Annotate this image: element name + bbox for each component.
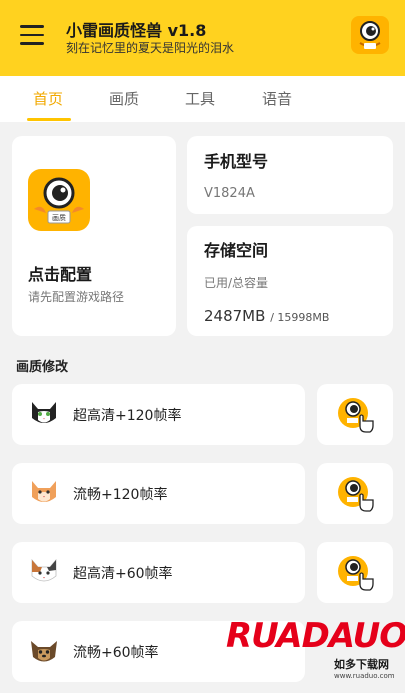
section-title: 画质修改 bbox=[16, 360, 69, 375]
hamburger-menu-icon[interactable] bbox=[20, 25, 44, 45]
config-subtitle: 请先配置游戏路径 bbox=[28, 290, 125, 304]
yorkie-dog-icon bbox=[31, 641, 57, 662]
tab-home[interactable]: 首页 bbox=[33, 88, 63, 109]
monster-tap-hand-icon bbox=[338, 556, 374, 591]
storage-card: 存储空间 已用/总容量 2487MB / 15998MB bbox=[187, 226, 393, 336]
storage-used: 2487MB bbox=[204, 307, 266, 325]
config-title: 点击配置 bbox=[28, 265, 93, 284]
orange-cat-icon bbox=[32, 481, 56, 502]
watermark-cn: 如多下载网 bbox=[334, 658, 389, 671]
option-smooth-120[interactable]: 流畅+120帧率 bbox=[12, 463, 305, 524]
option-ultra-60[interactable]: 超高清+60帧率 bbox=[12, 542, 305, 603]
tab-bar: 首页 画质 工具 语音 bbox=[0, 76, 405, 122]
active-tab-indicator bbox=[27, 118, 71, 121]
calico-cat-icon bbox=[31, 558, 57, 582]
app-title: 小雷画质怪兽 v1.8 bbox=[66, 21, 207, 40]
tab-tools[interactable]: 工具 bbox=[185, 88, 215, 109]
storage-label: 已用/总容量 bbox=[204, 276, 269, 290]
tab-voice[interactable]: 语音 bbox=[262, 88, 292, 109]
config-card[interactable]: 画质 点击配置 请先配置游戏路径 bbox=[12, 136, 176, 336]
monster-tap-hand-icon bbox=[338, 477, 374, 512]
watermark-brand: RUADAUO bbox=[226, 616, 405, 656]
watermark-url: www.ruaduo.com bbox=[334, 672, 395, 680]
apply-button-ultra-120[interactable] bbox=[317, 384, 393, 445]
monster-logo-icon[interactable] bbox=[351, 16, 389, 54]
option-label: 流畅+60帧率 bbox=[73, 645, 159, 661]
option-label: 流畅+120帧率 bbox=[73, 487, 168, 503]
monster-logo-icon: 画质 bbox=[28, 169, 90, 231]
option-label: 超高清+120帧率 bbox=[73, 408, 182, 424]
option-ultra-120[interactable]: 超高清+120帧率 bbox=[12, 384, 305, 445]
option-label: 超高清+60帧率 bbox=[73, 566, 173, 582]
storage-value: 2487MB / 15998MB bbox=[204, 307, 329, 325]
device-model: V1824A bbox=[204, 186, 255, 201]
app-header: 小雷画质怪兽 v1.8 刻在记忆里的夏天是阳光的泪水 bbox=[0, 0, 405, 76]
app-subtitle: 刻在记忆里的夏天是阳光的泪水 bbox=[66, 41, 235, 55]
tab-quality[interactable]: 画质 bbox=[109, 88, 139, 109]
device-card: 手机型号 V1824A bbox=[187, 136, 393, 214]
storage-total: / 15998MB bbox=[270, 311, 330, 324]
logo-text: 画质 bbox=[52, 213, 66, 222]
apply-button-ultra-60[interactable] bbox=[317, 542, 393, 603]
black-white-cat-icon bbox=[32, 402, 56, 423]
monster-tap-hand-icon bbox=[338, 398, 374, 433]
apply-button-smooth-120[interactable] bbox=[317, 463, 393, 524]
watermark-logo: RUADAUO 如多下载网 www.ruaduo.com bbox=[222, 612, 405, 693]
storage-title: 存储空间 bbox=[204, 241, 269, 260]
device-title: 手机型号 bbox=[204, 152, 269, 171]
